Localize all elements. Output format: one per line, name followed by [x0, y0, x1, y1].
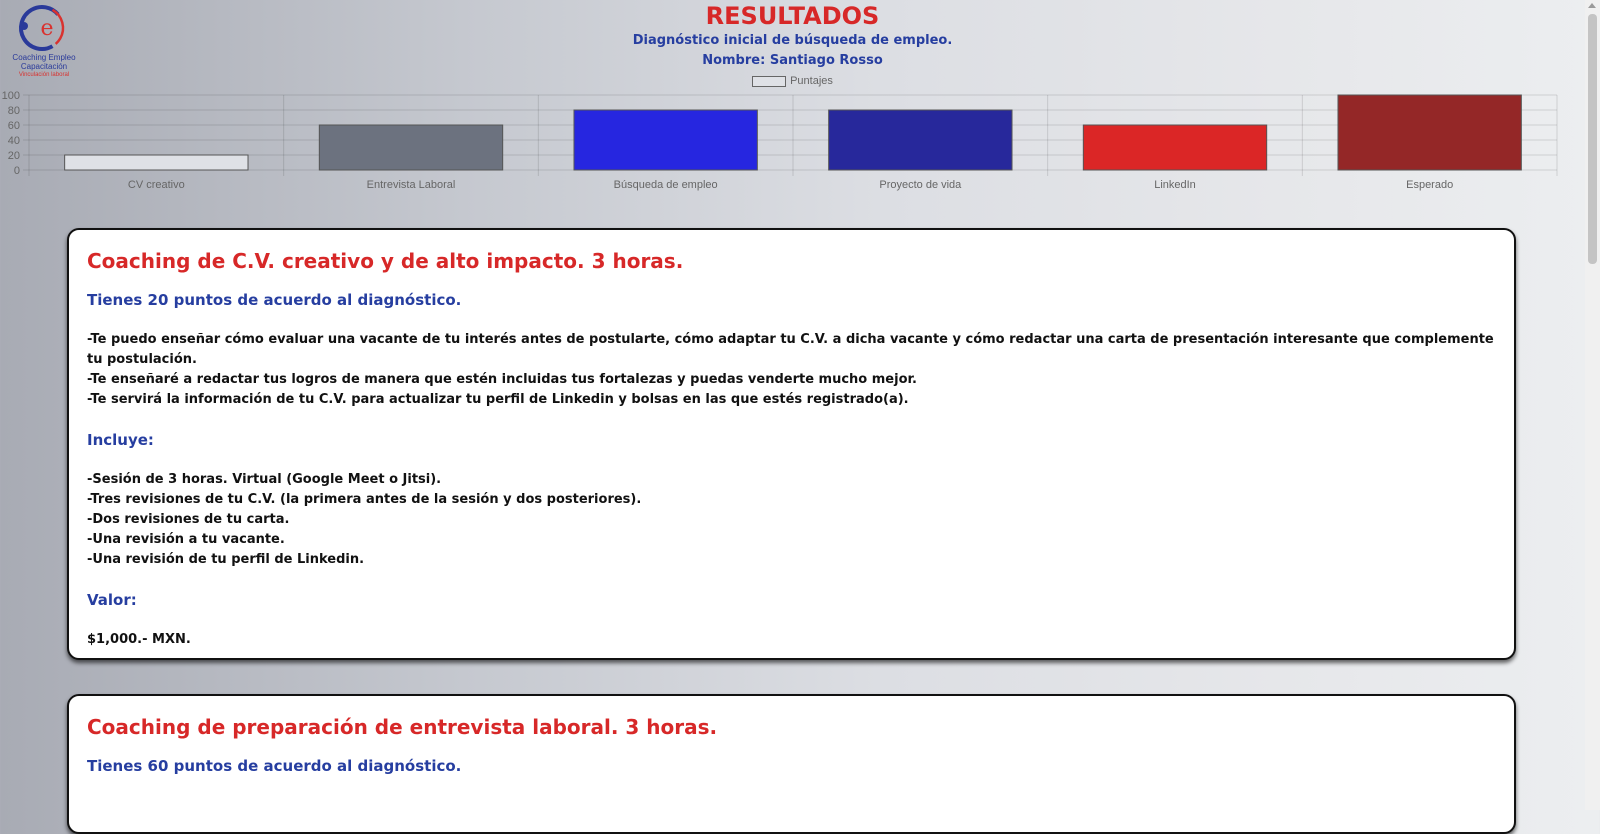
- chart-ytick-label: 60: [8, 120, 20, 132]
- incluye-item: -Una revisión de tu perfil de Linkedin.: [87, 552, 365, 567]
- chart-xtick-label: Búsqueda de empleo: [614, 179, 718, 191]
- chart-xtick-label: Esperado: [1406, 179, 1453, 191]
- valor-label: Valor:: [87, 591, 137, 609]
- card-title: Coaching de preparación de entrevista la…: [87, 715, 718, 739]
- chart-bar[interactable]: [318, 124, 504, 171]
- incluye-item: -Tres revisiones de tu C.V. (la primera …: [87, 492, 642, 507]
- card-bullet: -Te servirá la información de tu C.V. pa…: [87, 392, 909, 407]
- chart-bar[interactable]: [1082, 124, 1268, 171]
- legend-swatch: [752, 75, 787, 87]
- card-bullet: -Te enseñaré a redactar tus logros de ma…: [87, 372, 918, 387]
- chart-bar[interactable]: [828, 109, 1013, 171]
- chart-ytick-label: 0: [14, 165, 20, 177]
- incluye-item: -Una revisión a tu vacante.: [87, 532, 285, 547]
- card-points: Tienes 60 puntos de acuerdo al diagnósti…: [87, 757, 462, 775]
- service-card: Coaching de C.V. creativo y de alto impa…: [67, 228, 1516, 660]
- page-title: RESULTADOS: [705, 2, 880, 30]
- page-scrollbar[interactable]: [1585, 0, 1600, 810]
- card-description: -Te puedo enseñar cómo evaluar una vacan…: [87, 330, 1496, 410]
- chart-bar[interactable]: [1337, 94, 1522, 171]
- card-price: $1,000.- MXN.: [87, 632, 191, 647]
- incluye-list: -Sesión de 3 horas. Virtual (Google Meet…: [87, 470, 1496, 570]
- chart-ytick-label: 40: [8, 135, 20, 147]
- chart-xtick-label: Proyecto de vida: [879, 179, 962, 191]
- bar-chart: 0 20 40 60 80 100 CV creativo Entrevista Labora…: [2, 90, 1558, 191]
- page-header: RESULTADOS Diagnóstico inicial de búsque…: [0, 0, 1585, 69]
- service-card: Coaching de preparación de entrevista la…: [67, 694, 1516, 834]
- nombre-label: Nombre:: [702, 53, 766, 68]
- incluye-label: Incluye:: [87, 431, 154, 449]
- nombre-value: Santiago Rosso: [769, 53, 883, 68]
- card-bullet: -Te puedo enseñar cómo evaluar una vacan…: [87, 332, 1494, 367]
- chart-ytick-label: 80: [8, 105, 20, 117]
- page-subtitle: Diagnóstico inicial de búsqueda de emple…: [632, 33, 953, 48]
- scrollbar-thumb[interactable]: [1588, 14, 1597, 264]
- nombre-line: Nombre: Santiago Rosso: [0, 53, 1585, 69]
- chart-xtick-label: LinkedIn: [1154, 179, 1196, 191]
- chart-bar[interactable]: [573, 109, 758, 171]
- scroll-up-icon[interactable]: [1588, 3, 1596, 8]
- card-points: Tienes 20 puntos de acuerdo al diagnósti…: [87, 291, 462, 309]
- chart-xtick-label: Entrevista Laboral: [367, 179, 456, 191]
- incluye-item: -Dos revisiones de tu carta.: [87, 512, 290, 527]
- chart-ytick-label: 20: [8, 150, 20, 162]
- chart-xtick-label: CV creativo: [128, 179, 185, 191]
- chart-bar[interactable]: [64, 154, 249, 171]
- card-title: Coaching de C.V. creativo y de alto impa…: [87, 249, 684, 273]
- incluye-item: -Sesión de 3 horas. Virtual (Google Meet…: [87, 472, 442, 487]
- chart-ytick-label: 100: [2, 90, 20, 102]
